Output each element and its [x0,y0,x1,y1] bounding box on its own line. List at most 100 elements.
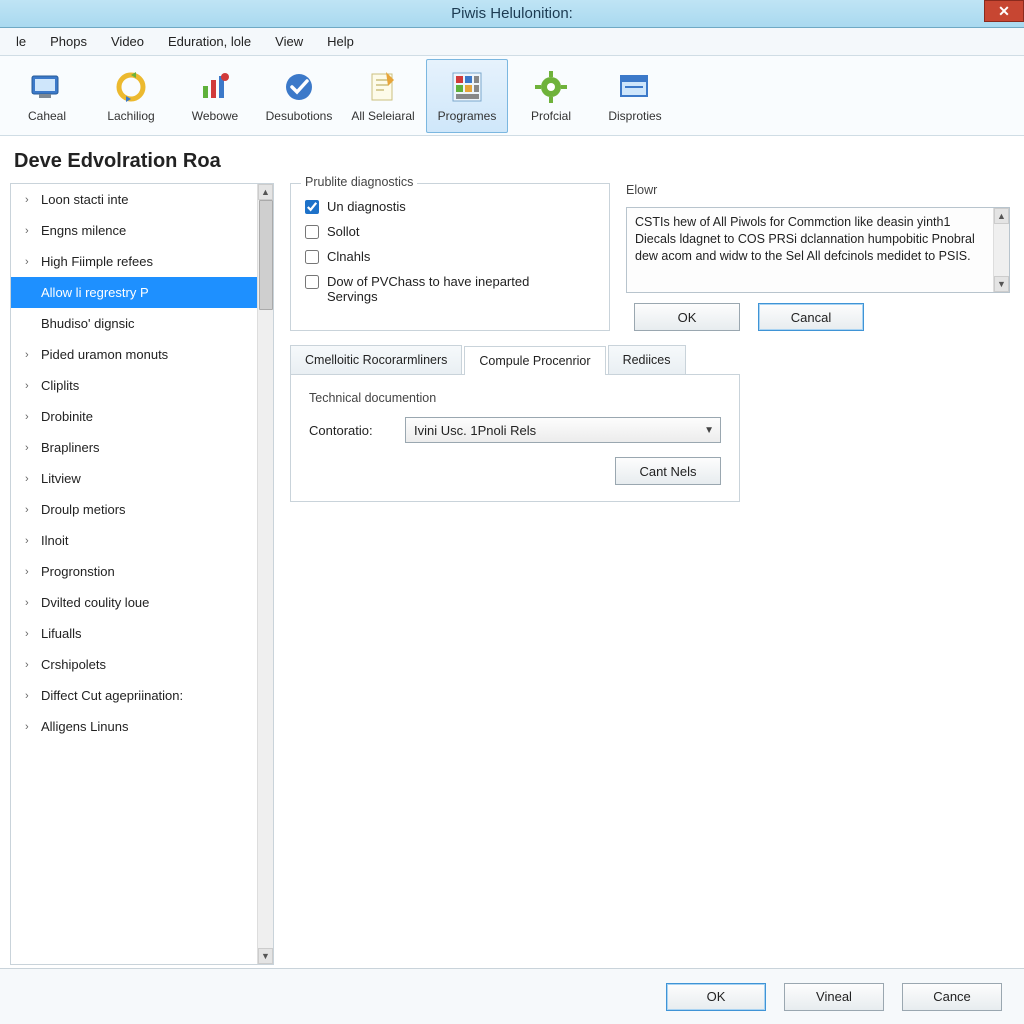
toolbar-desubotions[interactable]: Desubotions [258,59,340,133]
scroll-down-icon[interactable]: ▼ [994,276,1009,292]
menu-item[interactable]: Phops [38,30,99,53]
sidebar-item-label: Alligens Linuns [41,719,128,734]
chevron-right-icon: › [25,628,35,640]
chevron-right-icon: › [25,504,35,516]
scroll-thumb[interactable] [259,200,273,310]
grid-icon [449,69,485,105]
diagnostic-checkbox[interactable] [305,225,319,239]
tab-bar: Cmelloitic Rocorarmliners Compule Procen… [290,345,740,375]
chevron-right-icon: › [25,721,35,733]
toolbar: Caheal Lachiliog Webowe Desubotions All … [0,56,1024,136]
menu-item[interactable]: Eduration, lole [156,30,263,53]
sidebar-item-label: Diffect Cut agepriination: [41,688,183,703]
diagnostic-checkbox[interactable] [305,250,319,264]
cant-nels-button[interactable]: Cant Nels [615,457,721,485]
sidebar-item-label: Droulp metiors [41,502,126,517]
sidebar-item-label: Crshipolets [41,657,106,672]
sidebar-item[interactable]: ›Brapliners [11,432,257,463]
info-label: Elowr [626,183,1010,197]
sidebar-item[interactable]: ›Dvilted coulity loue [11,587,257,618]
toolbar-webowe[interactable]: Webowe [174,59,256,133]
sidebar-item[interactable]: ›Ilnoit [11,525,257,556]
diagnostic-label: Sollot [327,224,360,239]
tab-cmelloitic[interactable]: Cmelloitic Rocorarmliners [290,345,462,374]
menu-item[interactable]: Video [99,30,156,53]
sidebar-item-label: Drobinite [41,409,93,424]
tab-rediices[interactable]: Rediices [608,345,686,374]
sidebar-item[interactable]: › Lifualls [11,618,257,649]
toolbar-profcial[interactable]: Profcial [510,59,592,133]
close-button[interactable]: ✕ [984,0,1024,22]
sidebar-item[interactable]: › Diffect Cut agepriination: [11,680,257,711]
sidebar-item[interactable]: › Alligens Linuns [11,711,257,742]
chevron-right-icon: › [25,442,35,454]
menu-item[interactable]: le [4,30,38,53]
info-textbox[interactable]: CSTIs hew of All Piwols for Commction li… [626,207,1010,293]
sidebar-item-label: Lifualls [41,626,81,641]
toolbar-caheal[interactable]: Caheal [6,59,88,133]
window-icon [617,69,653,105]
sidebar-item[interactable]: Bhudiso' dignsic [11,308,257,339]
toolbar-label: Caheal [28,109,66,123]
refresh-icon [113,69,149,105]
info-ok-button[interactable]: OK [634,303,740,331]
sidebar-item-label: Allow li regrestry P [41,285,149,300]
sidebar-item[interactable]: ›Loon stacti inte [11,184,257,215]
contoratio-combo[interactable]: Ivini Usc. 1Pnoli Rels ▼ [405,417,721,443]
toolbar-label: Disproties [608,109,661,123]
toolbar-all-seleiaral[interactable]: All Seleiaral [342,59,424,133]
sidebar-item[interactable]: ›High Fiimple refees [11,246,257,277]
toolbar-label: Programes [438,109,497,123]
sidebar-item-label: Loon stacti inte [41,192,128,207]
sidebar-item[interactable]: › Cliplits [11,370,257,401]
sidebar-item-label: Progronstion [41,564,115,579]
check-icon [281,69,317,105]
diagnostic-checkbox[interactable] [305,275,319,289]
info-text: CSTIs hew of All Piwols for Commction li… [635,214,1001,265]
sidebar-scrollbar[interactable]: ▲ ▼ [257,184,273,964]
scroll-up-icon[interactable]: ▲ [994,208,1009,224]
toolbar-label: Webowe [192,109,238,123]
toolbar-lachiliog[interactable]: Lachiliog [90,59,172,133]
sidebar-item[interactable]: › Drobinite [11,401,257,432]
toolbar-label: All Seleiaral [351,109,414,123]
sidebar-item[interactable]: › Litview [11,463,257,494]
sidebar-item-label: Litview [41,471,81,486]
diagnostics-group: Prublite diagnostics Un diagnostisSollot… [290,183,610,331]
chevron-right-icon: › [25,380,35,392]
screen-icon [29,69,65,105]
chevron-down-icon: ▼ [704,425,714,436]
textbox-scrollbar[interactable]: ▲ ▼ [993,208,1009,292]
footer-vineal-button[interactable]: Vineal [784,983,884,1011]
sidebar-item-label: Cliplits [41,378,79,393]
chevron-right-icon: › [25,411,35,423]
gear-icon [533,69,569,105]
sidebar-item[interactable]: › Droulp metiors [11,494,257,525]
sidebar-item[interactable]: › Crshipolets [11,649,257,680]
contoratio-label: Contoratio: [309,423,391,438]
chevron-right-icon: › [25,256,35,268]
sidebar-item[interactable]: ›Progronstion [11,556,257,587]
sidebar-item[interactable]: ›Pided uramon monuts [11,339,257,370]
chevron-right-icon: › [25,473,35,485]
tab-compule[interactable]: Compule Procenrior [464,346,605,375]
chevron-right-icon: › [25,690,35,702]
menu-item[interactable]: View [263,30,315,53]
footer-cancel-button[interactable]: Cance [902,983,1002,1011]
footer-ok-button[interactable]: OK [666,983,766,1011]
sidebar-item[interactable]: ›Engns milence [11,215,257,246]
toolbar-label: Profcial [531,109,571,123]
scroll-up-icon[interactable]: ▲ [258,184,273,200]
sidebar-item-label: Ilnoit [41,533,68,548]
scroll-down-icon[interactable]: ▼ [258,948,273,964]
sidebar-item[interactable]: Allow li regrestry P [11,277,257,308]
menu-item[interactable]: Help [315,30,366,53]
window-title: Piwis Helulonition: [451,5,573,22]
info-cancel-button[interactable]: Cancal [758,303,864,331]
diagnostic-checkbox[interactable] [305,200,319,214]
toolbar-disproties[interactable]: Disproties [594,59,676,133]
footer: OK Vineal Cance [0,968,1024,1024]
chevron-right-icon: › [25,659,35,671]
toolbar-programes[interactable]: Programes [426,59,508,133]
tech-doc-legend: Technical documention [309,391,721,405]
